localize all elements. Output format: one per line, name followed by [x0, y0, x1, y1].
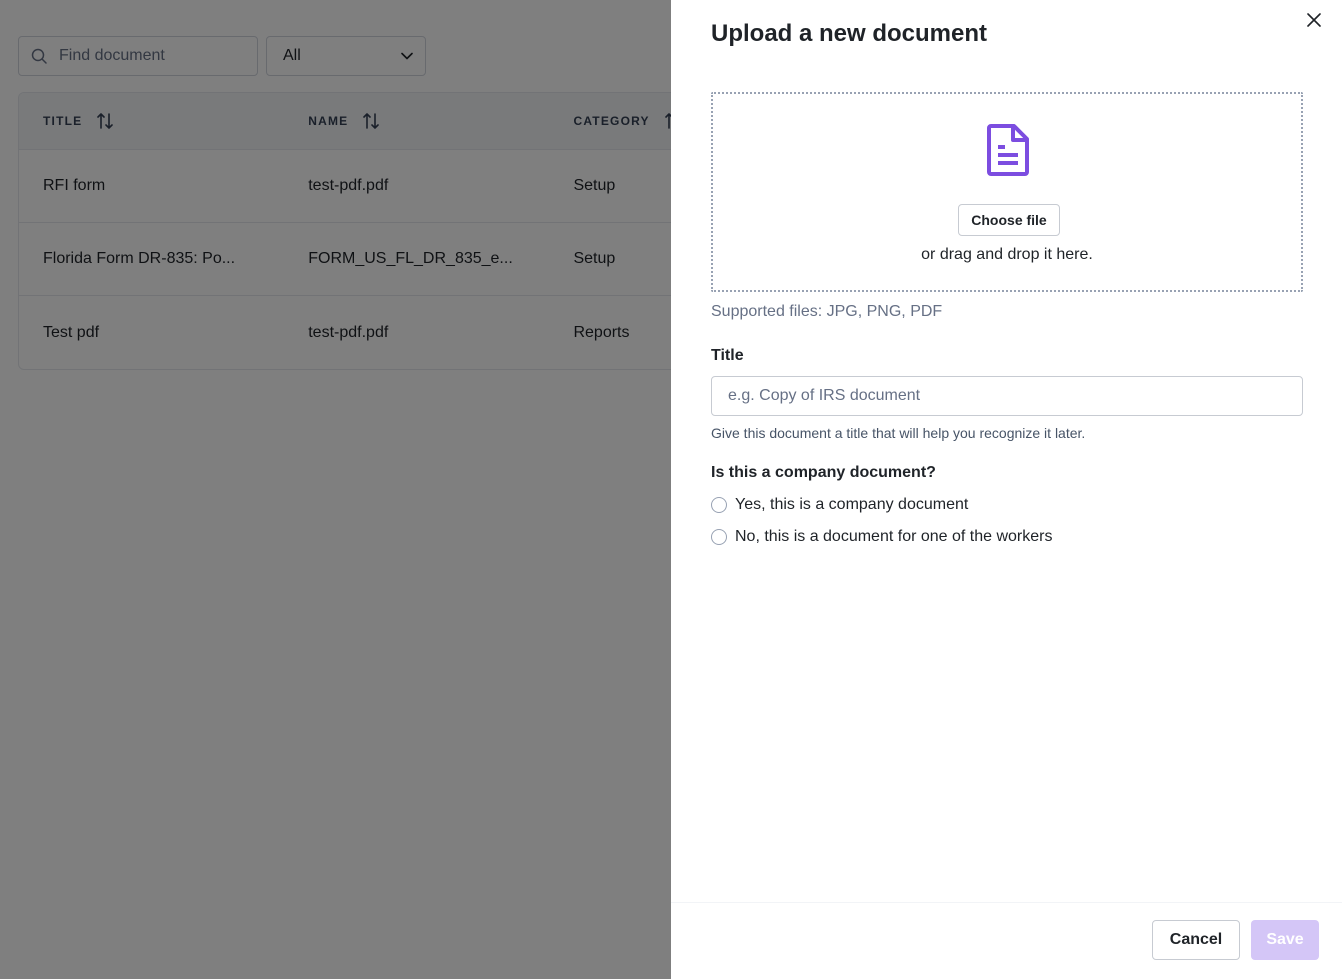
radio-label: Yes, this is a company document [735, 496, 969, 513]
title-hint-text: Give this document a title that will hel… [711, 425, 1086, 441]
upload-document-drawer: Upload a new document Choose file or dra… [671, 0, 1342, 979]
supported-files-text: Supported files: JPG, PNG, PDF [711, 303, 943, 320]
cancel-button[interactable]: Cancel [1152, 920, 1240, 960]
close-icon [1307, 13, 1321, 27]
drop-hint-text: or drag and drop it here. [921, 246, 1093, 263]
radio-button[interactable] [711, 497, 727, 513]
document-icon [987, 124, 1029, 176]
radio-option-worker[interactable]: No, this is a document for one of the wo… [711, 528, 1052, 546]
close-button[interactable] [1304, 10, 1324, 30]
company-document-question: Is this a company document? [711, 464, 936, 481]
radio-button[interactable] [711, 529, 727, 545]
choose-file-button[interactable]: Choose file [958, 204, 1060, 236]
title-label: Title [711, 347, 744, 364]
file-dropzone[interactable]: Choose file or drag and drop it here. [711, 92, 1303, 292]
save-button[interactable]: Save [1251, 920, 1319, 960]
drawer-footer: Cancel Save [671, 902, 1342, 979]
drawer-title: Upload a new document [711, 20, 988, 47]
title-input[interactable] [711, 376, 1303, 416]
radio-label: No, this is a document for one of the wo… [735, 528, 1053, 545]
radio-option-company[interactable]: Yes, this is a company document [711, 496, 968, 514]
